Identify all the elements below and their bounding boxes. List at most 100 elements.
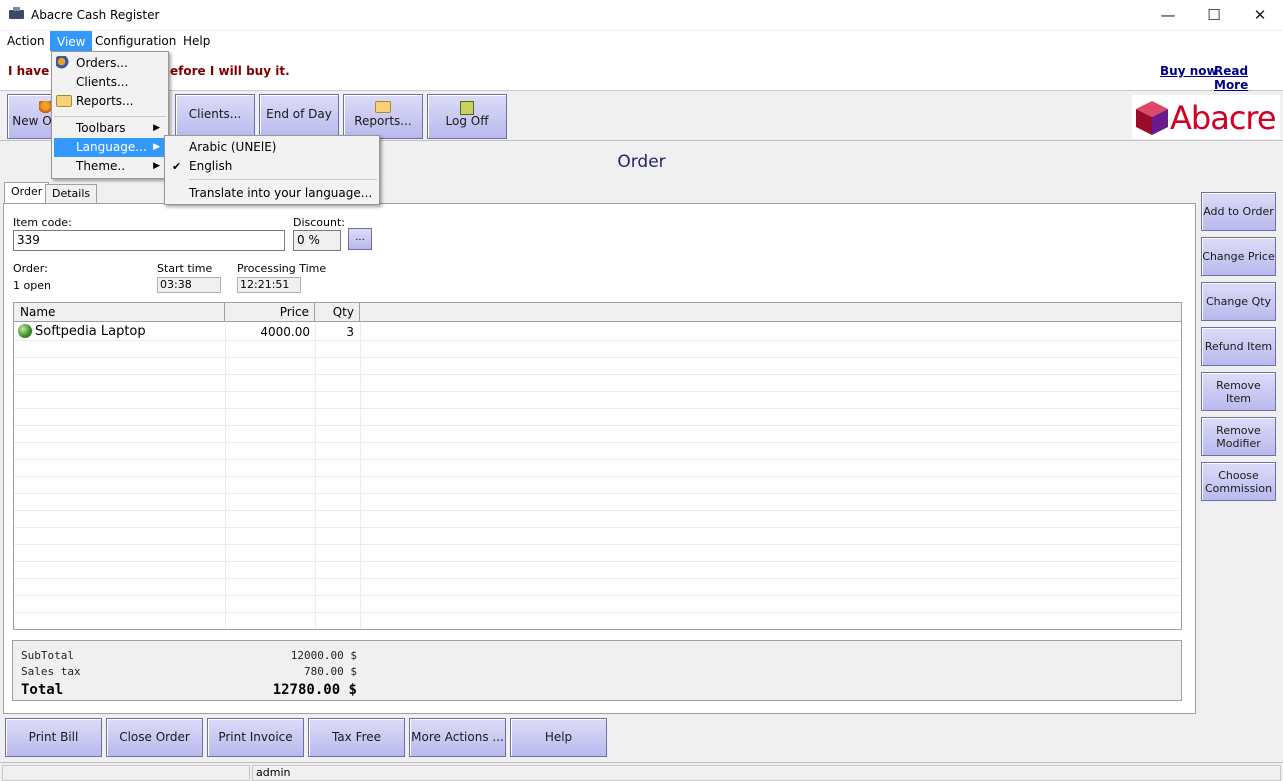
menu-help[interactable]: Help [177, 31, 216, 51]
order-status: 1 open [13, 279, 51, 292]
abacre-logo: Abacre [1132, 95, 1280, 139]
close-order-button[interactable]: Close Order [106, 718, 203, 757]
discount-label: Discount: [293, 216, 345, 229]
processing-time-value: 12:21:51 [237, 277, 301, 293]
order-label: Order: [13, 262, 48, 275]
key-icon [460, 101, 474, 115]
menu-configuration[interactable]: Configuration [89, 31, 182, 51]
menu-view[interactable]: View [50, 31, 93, 51]
menu-item-english[interactable]: ✔ English [167, 157, 377, 176]
refund-item-button[interactable]: Refund Item [1201, 327, 1276, 366]
tab-details[interactable]: Details [45, 184, 98, 203]
column-header-filler [360, 303, 1181, 322]
menu-item-orders[interactable]: Orders... [54, 54, 166, 73]
end-of-day-button[interactable]: End of Day [259, 94, 339, 139]
menu-separator [189, 179, 377, 180]
tax-free-button[interactable]: Tax Free [308, 718, 405, 757]
grid-row-line [14, 476, 1181, 477]
grid-row-line [14, 374, 1181, 375]
start-time-value: 03:38 [157, 277, 221, 293]
grid-row-line [14, 612, 1181, 613]
column-header-name[interactable]: Name [14, 303, 225, 322]
language-submenu: Arabic (UNElE) ✔ English Translate into … [164, 135, 380, 205]
view-menu: Orders... Clients... Reports... Toolbars… [51, 51, 169, 179]
grid-row-line [14, 527, 1181, 528]
logo-text: Abacre [1170, 99, 1277, 137]
row-name: Softpedia Laptop [35, 324, 146, 339]
menu-bar: Action View Configuration Help [0, 31, 1283, 51]
sales-tax-label: Sales tax [21, 665, 81, 678]
order-items-grid[interactable]: Name Price Qty Softpedia Laptop 4000.00 … [13, 302, 1182, 630]
sales-tax-value: 780.00 $ [304, 665, 357, 678]
menu-action[interactable]: Action [1, 31, 51, 51]
nag-banner: I have efore I will buy it. Buy now Read… [0, 51, 1283, 92]
grid-row-line [14, 408, 1181, 409]
column-header-price[interactable]: Price [225, 303, 315, 322]
menu-item-arabic[interactable]: Arabic (UNElE) [167, 138, 377, 157]
menu-item-reports[interactable]: Reports... [54, 92, 166, 111]
log-off-button[interactable]: Log Off [427, 94, 507, 139]
close-button[interactable]: ✕ [1237, 0, 1283, 31]
grid-row-line [14, 340, 1181, 341]
submenu-arrow-icon: ▶ [153, 123, 160, 133]
add-to-order-button[interactable]: Add to Order [1201, 192, 1276, 231]
clients-button[interactable]: Clients... [175, 94, 255, 139]
subtotal-value: 12000.00 $ [290, 649, 357, 662]
subtotal-label: SubTotal [21, 649, 74, 662]
item-code-input[interactable]: 339 [13, 230, 285, 251]
title-bar: Abacre Cash Register — ☐ ✕ [0, 0, 1283, 31]
total-value: 12780.00 $ [272, 682, 357, 698]
remove-item-button[interactable]: Remove Item [1201, 372, 1276, 411]
submenu-arrow-icon: ▶ [153, 142, 160, 152]
discount-picker-button[interactable]: ... [348, 228, 372, 250]
menu-item-translate[interactable]: Translate into your language... [167, 184, 377, 203]
menu-separator [54, 116, 166, 117]
row-price: 4000.00 [260, 325, 310, 339]
window-title: Abacre Cash Register [31, 8, 160, 22]
logo-cube-icon [1136, 101, 1168, 135]
grid-row-line [14, 442, 1181, 443]
grid-row-line [14, 391, 1181, 392]
discount-input[interactable]: 0 % [293, 230, 341, 251]
item-status-icon [18, 324, 32, 338]
grid-row-line [14, 493, 1181, 494]
print-invoice-button[interactable]: Print Invoice [207, 718, 304, 757]
reports-icon [375, 101, 391, 113]
app-icon [9, 7, 24, 19]
orders-icon [56, 56, 72, 70]
choose-commission-button[interactable]: Choose Commission [1201, 462, 1276, 501]
menu-item-toolbars[interactable]: Toolbars ▶ [54, 119, 166, 138]
menu-item-theme[interactable]: Theme.. ▶ [54, 157, 166, 176]
totals-panel: SubTotal 12000.00 $ Sales tax 780.00 $ T… [12, 640, 1182, 701]
menu-item-language[interactable]: Language... ▶ [54, 138, 166, 157]
more-actions-button[interactable]: More Actions ... [409, 718, 506, 757]
buy-now-link[interactable]: Buy now [1160, 64, 1218, 78]
total-label: Total [21, 682, 64, 698]
column-header-qty[interactable]: Qty [315, 303, 360, 322]
grid-row-line [14, 357, 1181, 358]
grid-row-line [14, 510, 1181, 511]
toolbar: New O Clients... End of Day Reports... L… [0, 91, 1283, 141]
maximize-button[interactable]: ☐ [1191, 0, 1237, 31]
status-pane-main [2, 765, 250, 781]
help-button[interactable]: Help [510, 718, 607, 757]
submenu-arrow-icon: ▶ [153, 161, 160, 171]
remove-modifier-button[interactable]: Remove Modifier [1201, 417, 1276, 456]
tab-order[interactable]: Order [4, 182, 50, 204]
read-more-link[interactable]: Read More [1214, 64, 1283, 92]
print-bill-button[interactable]: Print Bill [5, 718, 102, 757]
grid-row-line [14, 459, 1181, 460]
start-time-label: Start time [157, 262, 213, 275]
grid-row-line [14, 544, 1181, 545]
processing-time-label: Processing Time [237, 262, 327, 275]
menu-item-clients[interactable]: Clients... [54, 73, 166, 92]
grid-row-line [14, 595, 1181, 596]
change-price-button[interactable]: Change Price [1201, 237, 1276, 276]
item-code-label: Item code: [13, 216, 72, 229]
reports-button[interactable]: Reports... [343, 94, 423, 139]
status-bar: admin [0, 762, 1283, 781]
reports-icon [56, 95, 72, 107]
minimize-button[interactable]: — [1145, 0, 1191, 31]
banner-message-left: I have [8, 64, 50, 78]
change-qty-button[interactable]: Change Qty [1201, 282, 1276, 321]
